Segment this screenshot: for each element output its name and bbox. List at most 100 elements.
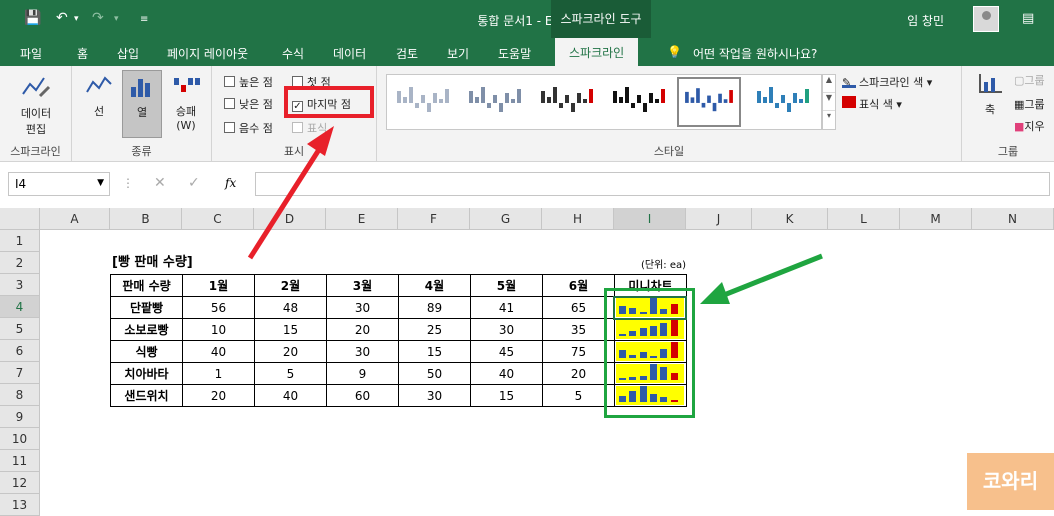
table-cell[interactable]: 15 <box>470 384 543 407</box>
table-cell[interactable]: 9 <box>326 362 399 385</box>
table-header-cell[interactable]: 5월 <box>470 274 543 297</box>
row-header-13[interactable]: 13 <box>0 494 40 516</box>
table-header-cell[interactable]: 2월 <box>254 274 327 297</box>
sparkline-color-button[interactable]: ✎ 스파크라인 색 ▾ <box>842 74 932 90</box>
style-swatch-2[interactable] <box>463 77 527 127</box>
line-type-button[interactable]: 선 <box>80 70 118 119</box>
table-header-cell[interactable]: 1월 <box>182 274 255 297</box>
table-cell[interactable]: 30 <box>398 384 471 407</box>
column-header-i[interactable]: I <box>614 208 686 230</box>
row-header-11[interactable]: 11 <box>0 450 40 472</box>
formula-input[interactable] <box>255 172 1050 196</box>
column-header-d[interactable]: D <box>254 208 326 230</box>
table-cell[interactable]: 48 <box>254 296 327 319</box>
row-header-2[interactable]: 2 <box>0 252 40 274</box>
table-cell[interactable]: 25 <box>398 318 471 341</box>
chevron-up-icon[interactable]: ▲ <box>823 75 835 93</box>
table-row-label[interactable]: 식빵 <box>110 340 183 363</box>
winloss-type-button[interactable]: 승패 (W) <box>166 70 206 132</box>
table-cell[interactable]: 50 <box>398 362 471 385</box>
row-header-10[interactable]: 10 <box>0 428 40 450</box>
table-cell[interactable]: 41 <box>470 296 543 319</box>
row-header-5[interactable]: 5 <box>0 318 40 340</box>
style-swatch-6[interactable] <box>751 77 815 127</box>
row-header-6[interactable]: 6 <box>0 340 40 362</box>
style-swatch-1[interactable] <box>391 77 455 127</box>
tab-view[interactable]: 보기 <box>447 45 469 62</box>
tab-review[interactable]: 검토 <box>396 45 418 62</box>
tell-me-search[interactable]: 어떤 작업을 원하시나요? <box>693 45 817 62</box>
row-header-4[interactable]: 4 <box>0 296 40 318</box>
tab-data[interactable]: 데이터 <box>333 45 366 62</box>
tab-page-layout[interactable]: 페이지 레이아웃 <box>167 45 248 62</box>
row-header-3[interactable]: 3 <box>0 274 40 296</box>
table-title[interactable]: [빵 판매 수량] <box>112 252 193 274</box>
table-cell[interactable]: 15 <box>254 318 327 341</box>
select-all-corner[interactable] <box>0 208 40 230</box>
column-header-b[interactable]: B <box>110 208 182 230</box>
table-cell[interactable]: 30 <box>470 318 543 341</box>
clear-button[interactable]: ■지우 <box>1014 118 1045 134</box>
table-cell[interactable]: 60 <box>326 384 399 407</box>
table-cell[interactable]: 15 <box>398 340 471 363</box>
avatar[interactable] <box>973 6 999 32</box>
table-cell[interactable]: 45 <box>470 340 543 363</box>
high-point-checkbox[interactable]: 높은 점 <box>224 74 273 90</box>
table-row-label[interactable]: 치아바타 <box>110 362 183 385</box>
low-point-checkbox[interactable]: 낮은 점 <box>224 96 273 112</box>
table-cell[interactable]: 40 <box>254 384 327 407</box>
column-header-c[interactable]: C <box>182 208 254 230</box>
table-cell[interactable]: 5 <box>254 362 327 385</box>
table-row-label[interactable]: 단팥빵 <box>110 296 183 319</box>
column-header-m[interactable]: M <box>900 208 972 230</box>
table-cell[interactable]: 20 <box>182 384 255 407</box>
user-name[interactable]: 임 창민 <box>907 12 944 29</box>
style-swatch-4[interactable] <box>607 77 671 127</box>
table-cell[interactable]: 30 <box>326 340 399 363</box>
column-type-button[interactable]: 열 <box>122 70 162 138</box>
table-row-label[interactable]: 소보로빵 <box>110 318 183 341</box>
table-header-cell[interactable]: 3월 <box>326 274 399 297</box>
table-row-label[interactable]: 샌드위치 <box>110 384 183 407</box>
name-box[interactable]: I4 ▼ <box>8 172 110 196</box>
enter-icon[interactable]: ✓ <box>188 175 200 191</box>
row-header-12[interactable]: 12 <box>0 472 40 494</box>
table-cell[interactable]: 20 <box>254 340 327 363</box>
tab-insert[interactable]: 삽입 <box>117 45 139 62</box>
ribbon-display-options-icon[interactable]: ▤ <box>1022 11 1034 26</box>
column-header-e[interactable]: E <box>326 208 398 230</box>
tab-file[interactable]: 파일 <box>20 45 42 62</box>
table-cell[interactable]: 10 <box>182 318 255 341</box>
gallery-scroll[interactable]: ▲ ▼ ▾ <box>822 74 836 130</box>
axis-button[interactable]: 축 <box>972 70 1008 117</box>
cancel-icon[interactable]: ✕ <box>154 175 166 191</box>
style-swatch-5-selected[interactable] <box>677 77 741 127</box>
column-header-n[interactable]: N <box>972 208 1054 230</box>
column-header-h[interactable]: H <box>542 208 614 230</box>
table-cell[interactable]: 56 <box>182 296 255 319</box>
row-header-9[interactable]: 9 <box>0 406 40 428</box>
tab-help[interactable]: 도움말 <box>498 45 531 62</box>
column-header-l[interactable]: L <box>828 208 900 230</box>
row-header-1[interactable]: 1 <box>0 230 40 252</box>
ungroup-button[interactable]: ▦그룹 <box>1014 96 1045 112</box>
table-cell[interactable]: 20 <box>326 318 399 341</box>
column-header-a[interactable]: A <box>40 208 110 230</box>
table-cell[interactable]: 40 <box>470 362 543 385</box>
tab-formulas[interactable]: 수식 <box>282 45 304 62</box>
table-header-cell[interactable]: 판매 수량 <box>110 274 183 297</box>
row-header-8[interactable]: 8 <box>0 384 40 406</box>
column-header-f[interactable]: F <box>398 208 470 230</box>
style-swatch-3[interactable] <box>535 77 599 127</box>
edit-data-button[interactable]: 데이터 편집 <box>4 70 68 137</box>
column-header-g[interactable]: G <box>470 208 542 230</box>
gallery-more-icon[interactable]: ▾ <box>823 111 835 120</box>
negative-points-checkbox[interactable]: 음수 점 <box>224 120 273 136</box>
table-cell[interactable]: 30 <box>326 296 399 319</box>
name-box-dropdown-icon[interactable]: ▼ <box>97 178 104 188</box>
marker-color-button[interactable]: 표식 색 ▾ <box>842 96 902 112</box>
column-header-k[interactable]: K <box>752 208 828 230</box>
table-cell[interactable]: 40 <box>182 340 255 363</box>
insert-function-icon[interactable]: fx <box>225 176 236 190</box>
tab-home[interactable]: 홈 <box>77 45 88 62</box>
